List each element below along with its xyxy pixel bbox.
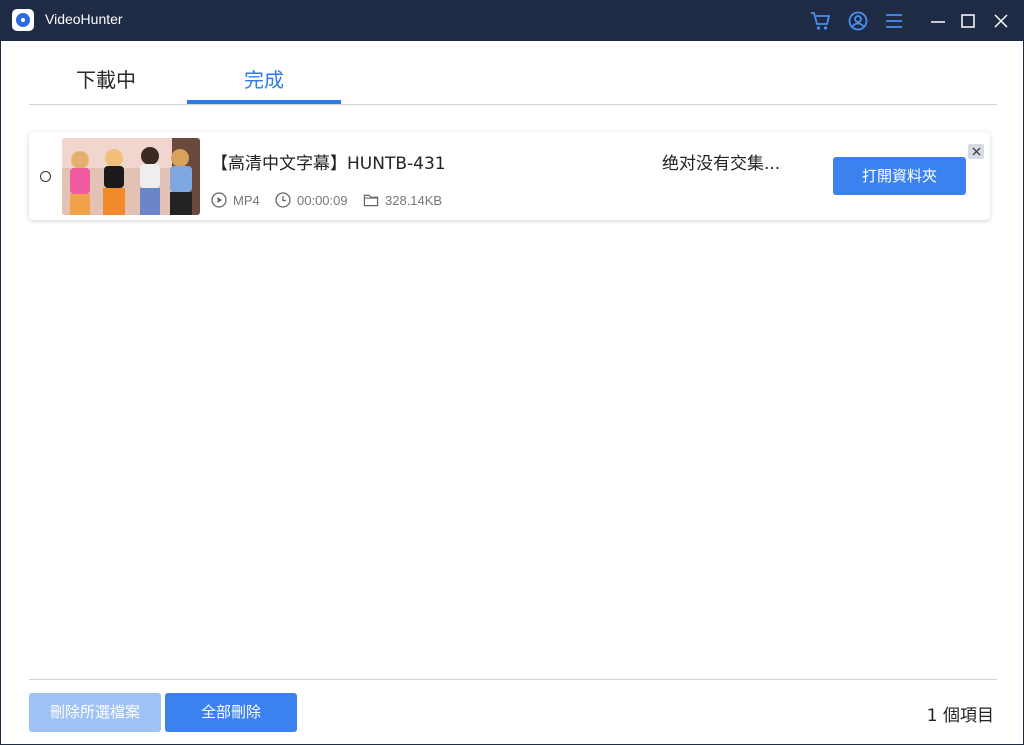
- app-window: VideoHunter 下載中 完成 【高清中文字幕】HUNTB-431 绝对没…: [0, 0, 1024, 745]
- title-bar: VideoHunter: [1, 1, 1023, 41]
- delete-all-button[interactable]: 全部刪除: [165, 693, 297, 732]
- app-title: VideoHunter: [45, 11, 123, 27]
- delete-selected-button[interactable]: 刪除所選檔案: [29, 693, 161, 732]
- item-duration: 00:00:09: [275, 192, 348, 208]
- video-thumbnail: [62, 138, 200, 215]
- open-folder-button[interactable]: 打開資料夾: [833, 157, 966, 195]
- duration-label: 00:00:09: [297, 192, 348, 208]
- tab-downloading[interactable]: 下載中: [29, 59, 183, 104]
- item-count: 1 個項目: [926, 706, 994, 726]
- close-icon[interactable]: [989, 9, 1013, 33]
- menu-icon[interactable]: [882, 9, 906, 33]
- format-label: MP4: [233, 192, 260, 208]
- tab-bar: 下載中 完成: [29, 59, 997, 105]
- item-subtitle: 绝对没有交集...: [662, 154, 781, 174]
- clock-icon: [275, 192, 291, 208]
- account-icon[interactable]: [846, 9, 870, 33]
- folder-icon: [363, 192, 379, 208]
- tab-completed[interactable]: 完成: [187, 59, 341, 104]
- app-logo-icon: [12, 9, 34, 31]
- item-select-radio[interactable]: [40, 171, 51, 182]
- play-circle-icon: [211, 192, 227, 208]
- footer-divider: [29, 679, 997, 680]
- item-format: MP4: [211, 192, 260, 208]
- item-size: 328.14KB: [363, 192, 442, 208]
- minimize-icon[interactable]: [926, 9, 950, 33]
- item-title: 【高清中文字幕】HUNTB-431: [211, 154, 446, 174]
- list-item: 【高清中文字幕】HUNTB-431 绝对没有交集... MP4 00:00:09…: [29, 132, 990, 220]
- cart-icon[interactable]: [809, 9, 833, 33]
- remove-item-icon[interactable]: [968, 144, 984, 159]
- size-label: 328.14KB: [385, 192, 443, 208]
- maximize-icon[interactable]: [956, 9, 980, 33]
